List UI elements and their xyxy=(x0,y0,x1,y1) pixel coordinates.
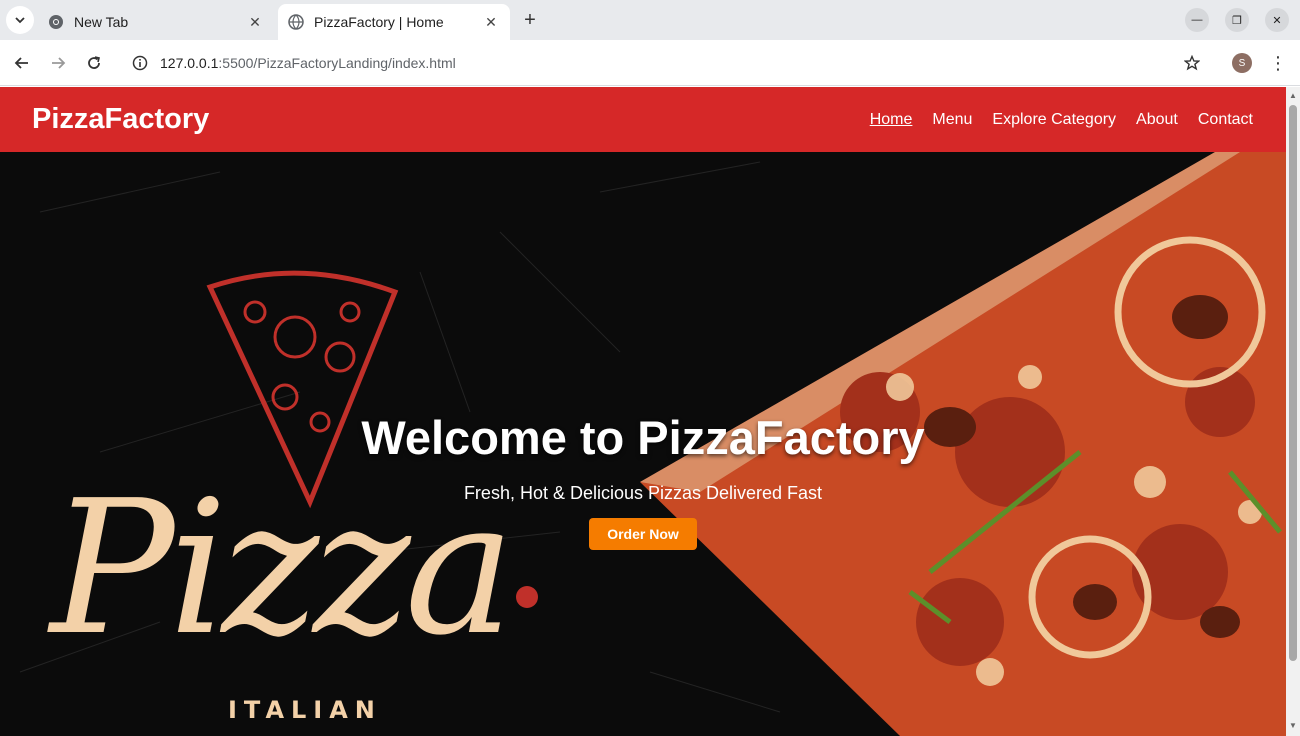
close-tab-icon[interactable]: ✕ xyxy=(246,13,264,31)
tab-new-tab[interactable]: New Tab ✕ xyxy=(38,4,274,40)
main-nav: Home Menu Explore Category About Contact xyxy=(870,111,1253,129)
order-now-button[interactable]: Order Now xyxy=(589,518,697,550)
url-host: 127.0.0.1 xyxy=(160,55,219,71)
site-logo[interactable]: PizzaFactory xyxy=(32,103,209,136)
profile-avatar[interactable]: S xyxy=(1232,53,1252,73)
url-path: :5500/PizzaFactoryLanding/index.html xyxy=(218,55,456,71)
scroll-down-icon[interactable]: ▼ xyxy=(1289,721,1297,730)
hero-subtitle: Fresh, Hot & Delicious Pizzas Delivered … xyxy=(463,483,823,503)
site-info-icon[interactable] xyxy=(132,55,148,71)
chrome-icon xyxy=(49,15,63,29)
restore-button[interactable]: ❐ xyxy=(1225,8,1249,32)
reload-button[interactable] xyxy=(80,49,108,77)
arrow-right-icon xyxy=(52,57,66,69)
new-tab-button[interactable]: + xyxy=(518,8,542,32)
nav-contact[interactable]: Contact xyxy=(1198,111,1253,129)
back-button[interactable] xyxy=(8,49,36,77)
nav-about[interactable]: About xyxy=(1136,111,1178,129)
menu-kebab-icon[interactable]: ⋮ xyxy=(1268,51,1288,75)
globe-icon xyxy=(288,14,304,30)
page-scrollbar[interactable]: ▲ ▼ xyxy=(1286,87,1300,736)
nav-menu[interactable]: Menu xyxy=(932,111,972,129)
chevron-down-icon xyxy=(15,17,25,24)
tab-title: New Tab xyxy=(74,14,129,30)
arrow-left-icon xyxy=(14,57,28,69)
address-bar[interactable]: 127.0.0.1:5500/PizzaFactoryLanding/index… xyxy=(120,46,1216,80)
hero-image-tagline: ITALIAN xyxy=(228,696,382,724)
browser-toolbar: 127.0.0.1:5500/PizzaFactoryLanding/index… xyxy=(0,40,1300,86)
browser-tab-bar: New Tab ✕ PizzaFactory | Home ✕ + — ❐ ✕ xyxy=(0,0,1300,40)
nav-home[interactable]: Home xyxy=(870,111,913,129)
hero-title: Welcome to PizzaFactory xyxy=(361,411,925,464)
page-viewport: PizzaFactory Home Menu Explore Category … xyxy=(0,87,1286,736)
scrollbar-thumb[interactable] xyxy=(1289,105,1297,661)
tab-pizzafactory[interactable]: PizzaFactory | Home ✕ xyxy=(278,4,510,40)
close-window-button[interactable]: ✕ xyxy=(1265,8,1289,32)
close-tab-icon[interactable]: ✕ xyxy=(482,13,500,31)
nav-explore-category[interactable]: Explore Category xyxy=(992,111,1116,129)
hero-section: Pizza ITALIAN Welcome to PizzaFactory Fr… xyxy=(0,152,1286,736)
tab-title: PizzaFactory | Home xyxy=(314,14,444,30)
hero-content: Welcome to PizzaFactory Fresh, Hot & Del… xyxy=(0,410,1286,550)
scroll-up-icon[interactable]: ▲ xyxy=(1289,91,1297,100)
forward-button[interactable] xyxy=(44,49,72,77)
site-header: PizzaFactory Home Menu Explore Category … xyxy=(0,87,1286,152)
reload-icon xyxy=(88,56,100,69)
bookmark-star-icon[interactable] xyxy=(1180,51,1204,75)
tab-search-button[interactable] xyxy=(6,6,34,34)
minimize-button[interactable]: — xyxy=(1185,8,1209,32)
